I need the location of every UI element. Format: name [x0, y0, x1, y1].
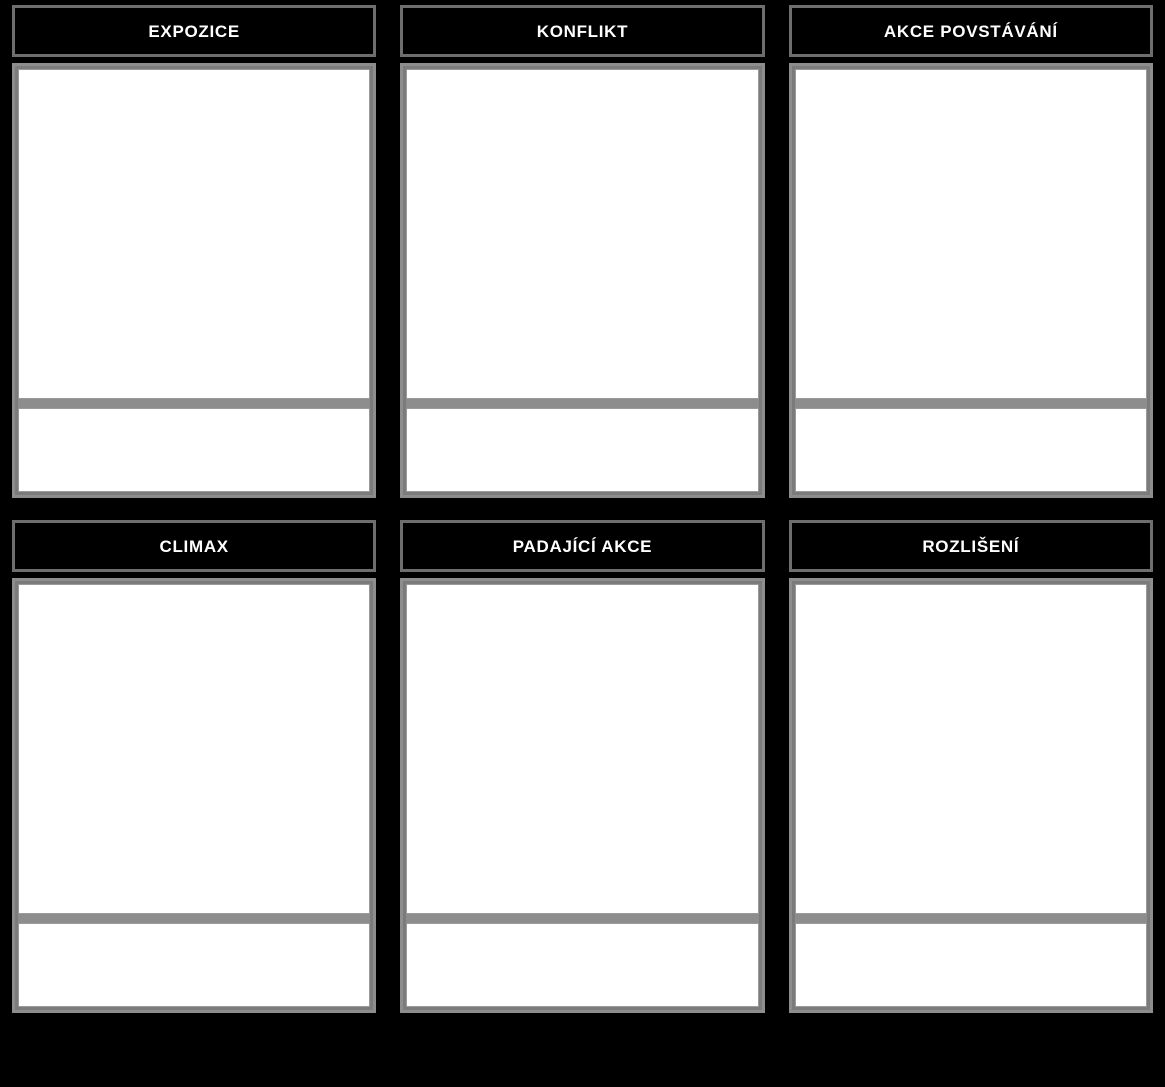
storyboard-template: EXPOZICE KONFLIKT AKCE POVSTÁVÁNÍ CLIMAX…	[0, 0, 1165, 1087]
panel-image-text	[796, 585, 1146, 594]
panel-header-resolution[interactable]: ROZLIŠENÍ	[788, 520, 1153, 572]
panel-caption-cell[interactable]	[406, 408, 759, 492]
row-gap	[0, 498, 1165, 520]
panel-header-label: KONFLIKT	[536, 21, 629, 41]
panel-caption-text	[796, 409, 1146, 418]
bottom-gap	[0, 1013, 1165, 1087]
panel-image-text	[19, 70, 369, 79]
panel-caption-cell[interactable]	[18, 923, 371, 1007]
storyboard-panel-conflict[interactable]: KONFLIKT	[393, 5, 772, 498]
panel-cell-divider	[406, 914, 759, 923]
panel-cell-divider	[794, 914, 1147, 923]
panel-caption-text	[407, 924, 757, 933]
panel-cell-divider	[18, 914, 371, 923]
panel-image-text	[796, 70, 1146, 79]
panel-body-conflict	[400, 63, 765, 498]
panel-body-climax	[12, 578, 377, 1013]
panel-caption-text	[19, 924, 369, 933]
panel-caption-text	[796, 924, 1146, 933]
panel-cell-divider	[794, 399, 1147, 408]
panel-header-conflict[interactable]: KONFLIKT	[400, 5, 765, 57]
panel-image-text	[19, 585, 369, 594]
panel-caption-text	[407, 409, 757, 418]
panel-header-label: EXPOZICE	[148, 21, 240, 41]
panel-cell-divider	[406, 399, 759, 408]
panel-caption-cell[interactable]	[794, 408, 1147, 492]
storyboard-row-1: EXPOZICE KONFLIKT AKCE POVSTÁVÁNÍ	[0, 0, 1165, 498]
storyboard-panel-resolution[interactable]: ROZLIŠENÍ	[781, 520, 1160, 1013]
panel-header-exposition[interactable]: EXPOZICE	[12, 5, 377, 57]
panel-caption-text	[19, 409, 369, 418]
panel-header-falling-action[interactable]: PADAJÍCÍ AKCE	[400, 520, 765, 572]
panel-image-cell[interactable]	[18, 584, 371, 914]
panel-cell-divider	[18, 399, 371, 408]
panel-header-label: CLIMAX	[159, 536, 229, 556]
panel-caption-cell[interactable]	[406, 923, 759, 1007]
panel-header-label: PADAJÍCÍ AKCE	[512, 536, 653, 556]
storyboard-panel-climax[interactable]: CLIMAX	[5, 520, 384, 1013]
storyboard-row-2: CLIMAX PADAJÍCÍ AKCE ROZLIŠENÍ	[0, 520, 1165, 1013]
panel-image-text	[407, 70, 757, 79]
panel-image-cell[interactable]	[18, 69, 371, 399]
panel-separator	[771, 5, 782, 498]
panel-caption-cell[interactable]	[18, 408, 371, 492]
panel-caption-cell[interactable]	[794, 923, 1147, 1007]
panel-body-rising-action	[788, 63, 1153, 498]
panel-image-cell[interactable]	[794, 69, 1147, 399]
panel-image-cell[interactable]	[406, 584, 759, 914]
panel-header-rising-action[interactable]: AKCE POVSTÁVÁNÍ	[788, 5, 1153, 57]
panel-image-cell[interactable]	[794, 584, 1147, 914]
storyboard-panel-rising-action[interactable]: AKCE POVSTÁVÁNÍ	[781, 5, 1160, 498]
storyboard-panel-falling-action[interactable]: PADAJÍCÍ AKCE	[393, 520, 772, 1013]
panel-image-cell[interactable]	[406, 69, 759, 399]
panel-separator	[771, 520, 782, 1013]
panel-body-falling-action	[400, 578, 765, 1013]
panel-header-label: ROZLIŠENÍ	[922, 536, 1020, 556]
panel-header-label: AKCE POVSTÁVÁNÍ	[883, 21, 1058, 41]
storyboard-panel-exposition[interactable]: EXPOZICE	[5, 5, 384, 498]
panel-image-text	[407, 585, 757, 594]
panel-header-climax[interactable]: CLIMAX	[12, 520, 377, 572]
panel-body-exposition	[12, 63, 377, 498]
panel-body-resolution	[788, 578, 1153, 1013]
panel-separator	[383, 520, 394, 1013]
panel-separator	[383, 5, 394, 498]
